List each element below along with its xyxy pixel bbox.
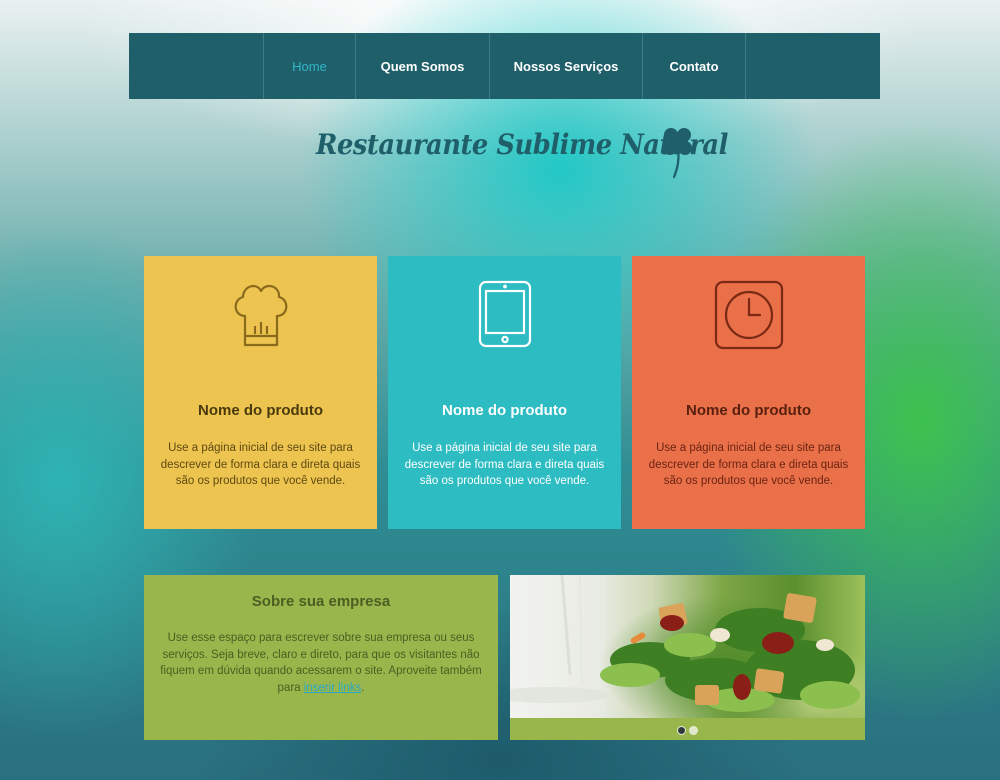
nav-item-home[interactable]: Home bbox=[264, 33, 356, 99]
product-card-1: Nome do produto Use a página inicial de … bbox=[144, 256, 377, 529]
insert-links-link[interactable]: inserir links bbox=[304, 682, 362, 694]
nav-item-quem-somos[interactable]: Quem Somos bbox=[356, 33, 490, 99]
chef-hat-icon bbox=[144, 280, 377, 350]
about-text-end: . bbox=[361, 681, 365, 694]
image-slider bbox=[510, 575, 865, 740]
product-description-1: Use a página inicial de seu site para de… bbox=[160, 442, 361, 487]
product-title-1: Nome do produto bbox=[198, 402, 323, 419]
top-nav: Home Quem Somos Nossos Serviços Contato bbox=[129, 33, 880, 99]
slider-dot-1[interactable] bbox=[677, 726, 686, 735]
product-description-3: Use a página inicial de seu site para de… bbox=[648, 442, 849, 487]
product-description-2: Use a página inicial de seu site para de… bbox=[404, 442, 605, 487]
nav-item-nossos-servicos[interactable]: Nossos Serviços bbox=[490, 33, 643, 99]
product-title-3: Nome do produto bbox=[686, 402, 811, 419]
slider-dots bbox=[510, 726, 865, 735]
nav-spacer bbox=[129, 33, 264, 99]
clock-icon bbox=[632, 280, 865, 350]
clover-icon bbox=[663, 128, 692, 179]
slider-dot-2[interactable] bbox=[689, 726, 698, 735]
tablet-icon bbox=[388, 280, 621, 348]
about-text: Use esse espaço para escrever sobre sua … bbox=[158, 630, 484, 696]
salad-photo bbox=[510, 575, 865, 718]
product-title-2: Nome do produto bbox=[442, 402, 567, 419]
product-card-2: Nome do produto Use a página inicial de … bbox=[388, 256, 621, 529]
nav-item-contato[interactable]: Contato bbox=[643, 33, 746, 99]
about-title: Sobre sua empresa bbox=[251, 593, 391, 610]
about-section: Sobre sua empresa Use esse espaço para e… bbox=[144, 575, 498, 740]
product-card-3: Nome do produto Use a página inicial de … bbox=[632, 256, 865, 529]
